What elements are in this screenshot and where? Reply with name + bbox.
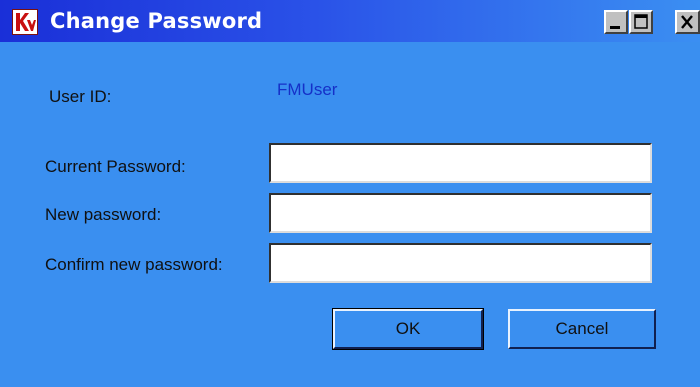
ok-button[interactable]: OK bbox=[332, 308, 484, 350]
maximize-button[interactable] bbox=[629, 10, 653, 34]
title-bar[interactable]: Change Password bbox=[0, 0, 700, 42]
window-title: Change Password bbox=[50, 9, 263, 33]
close-button[interactable] bbox=[675, 10, 700, 34]
new-password-label: New password: bbox=[45, 205, 162, 224]
cancel-button[interactable]: Cancel bbox=[508, 309, 656, 349]
confirm-password-label: Confirm new password: bbox=[45, 255, 223, 274]
minimize-button[interactable] bbox=[604, 10, 628, 34]
maximize-icon bbox=[634, 14, 648, 29]
minimize-icon bbox=[610, 26, 620, 29]
user-id-label: User ID: bbox=[49, 87, 112, 106]
user-id-value: FMUser bbox=[277, 80, 338, 99]
change-password-dialog: Change Password User ID: FMUser Current … bbox=[0, 0, 700, 387]
app-logo-icon bbox=[12, 9, 38, 35]
current-password-field[interactable] bbox=[269, 143, 652, 183]
confirm-password-field[interactable] bbox=[269, 243, 652, 283]
close-icon bbox=[681, 15, 693, 29]
new-password-field[interactable] bbox=[269, 193, 652, 233]
current-password-label: Current Password: bbox=[45, 157, 186, 176]
